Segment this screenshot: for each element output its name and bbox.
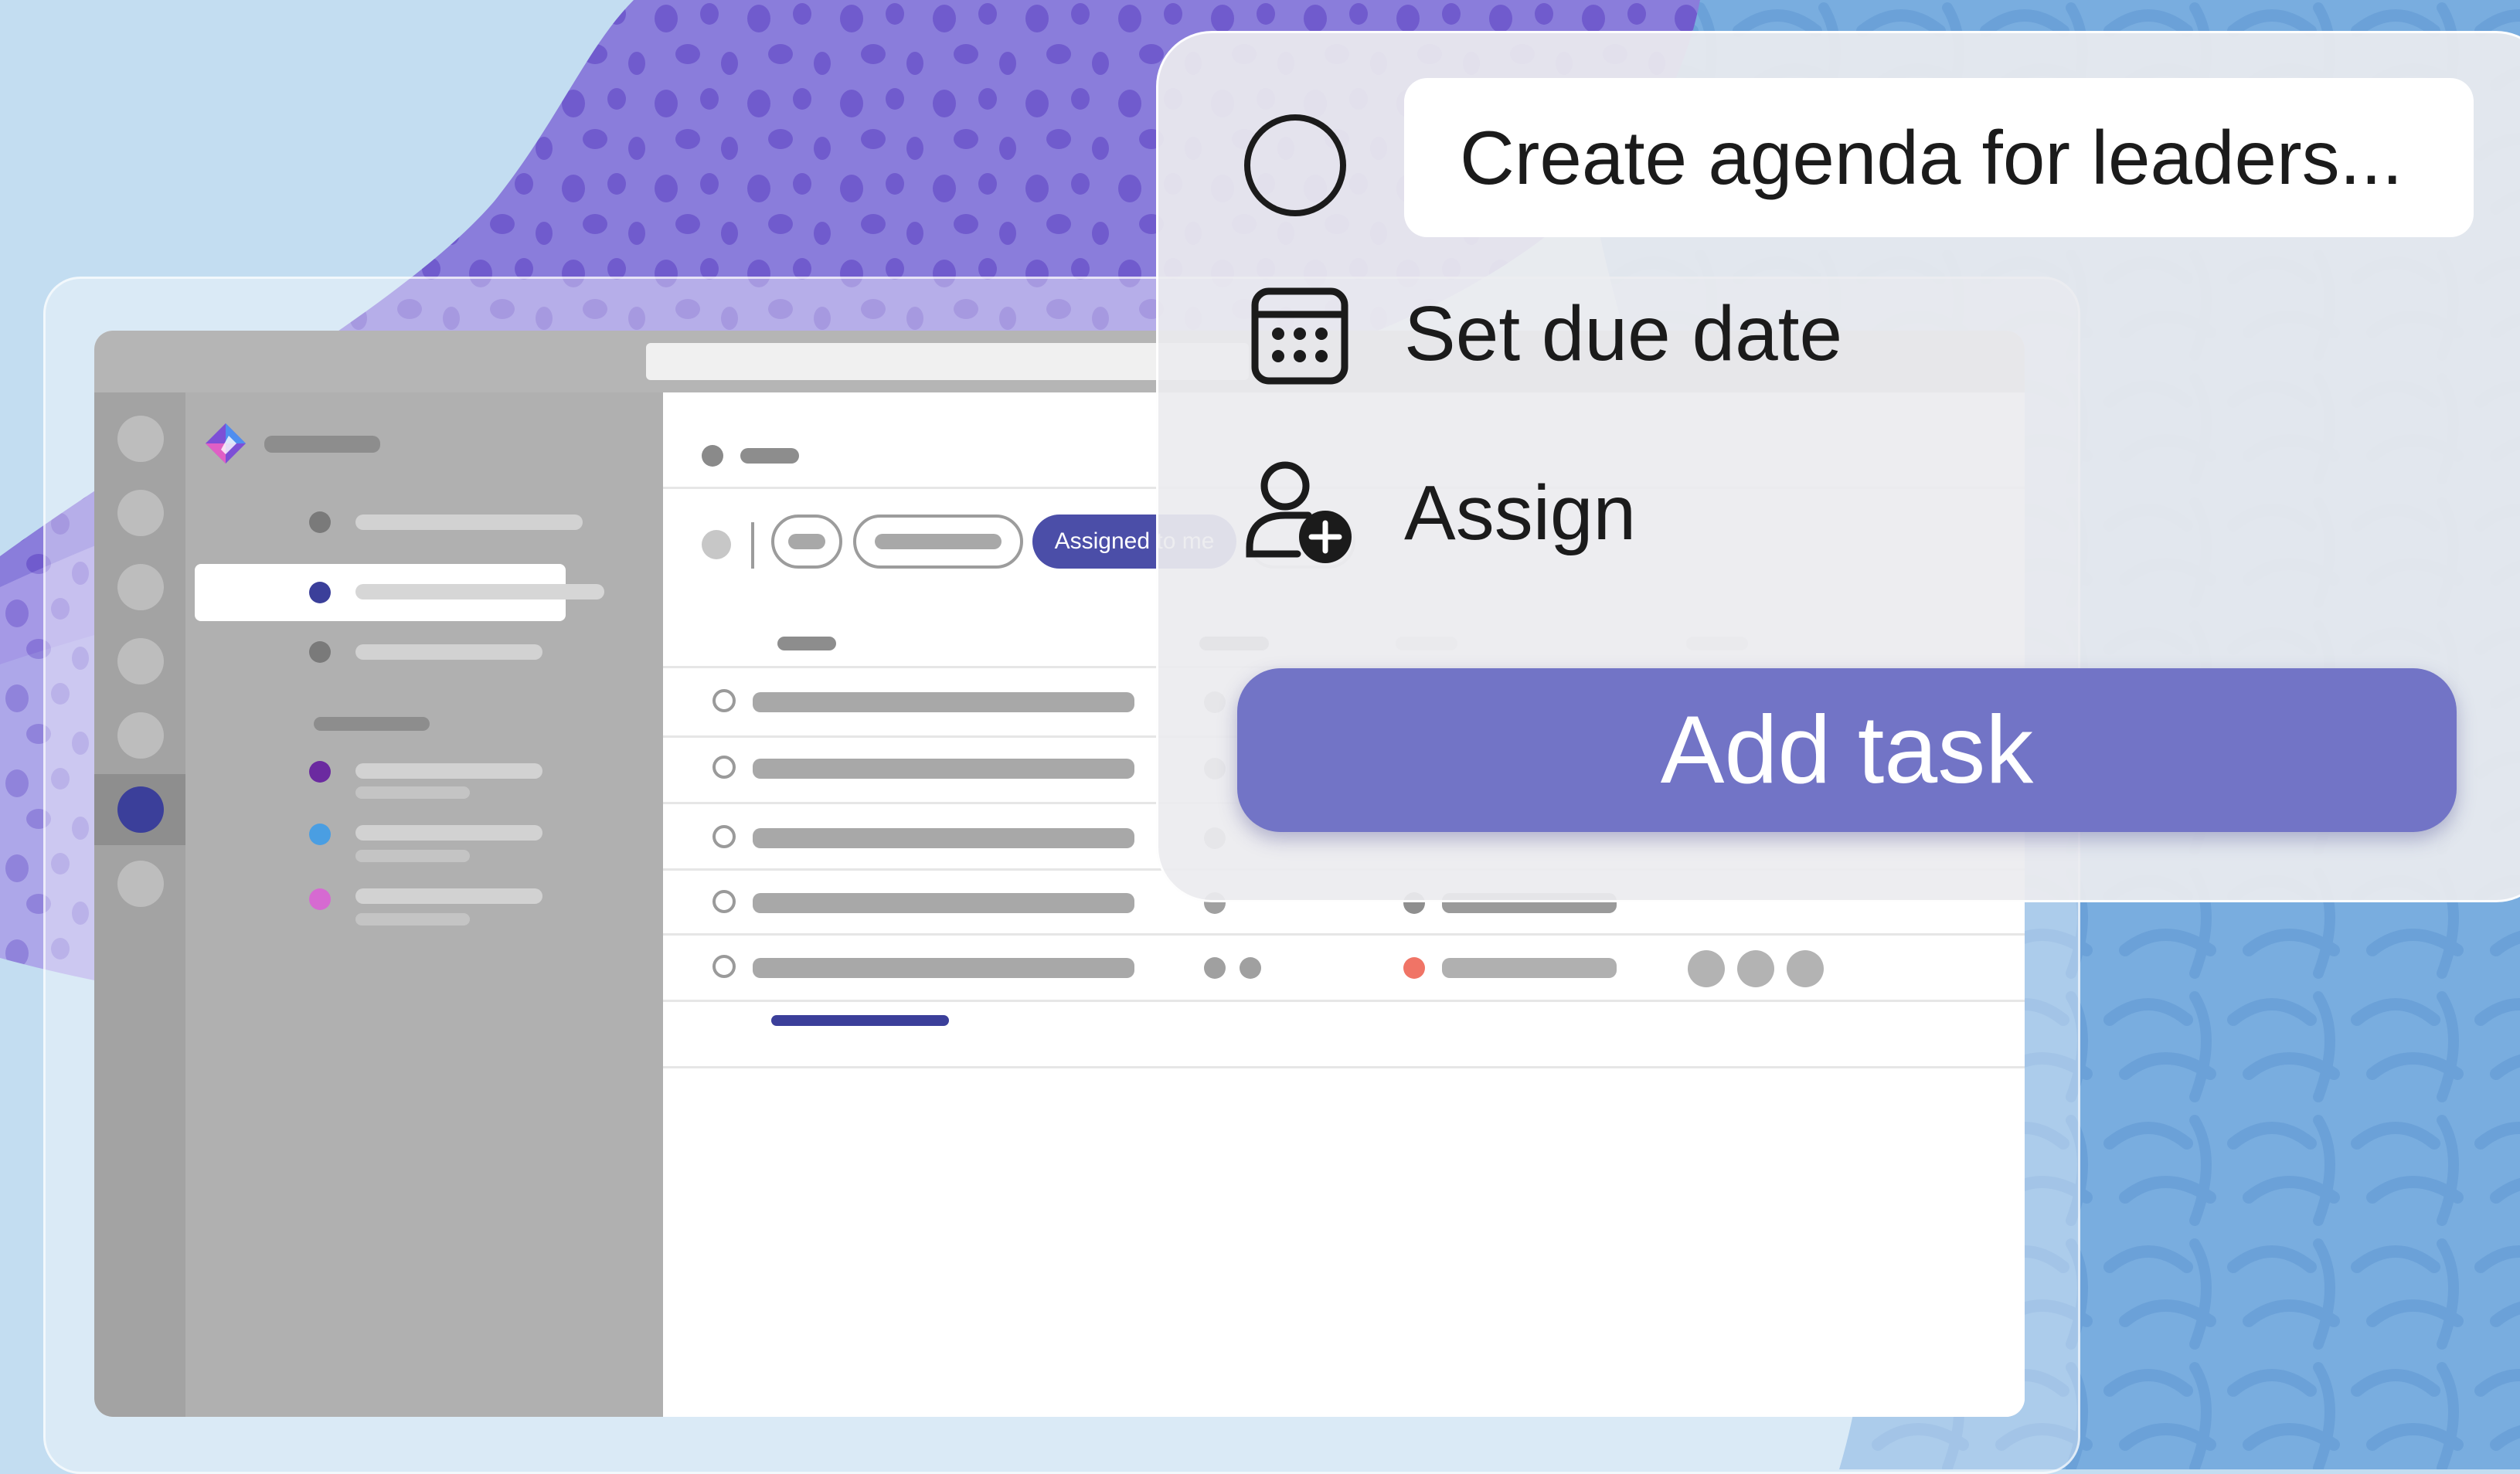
assignee-avatar (1688, 950, 1725, 987)
person-add-icon (1246, 461, 1352, 563)
sidebar-item[interactable] (355, 515, 583, 530)
toolbar-icon[interactable] (702, 530, 731, 559)
sidebar-item-icon (309, 641, 331, 663)
task-title-input[interactable]: Create agenda for leaders... (1404, 78, 2474, 237)
task-checkbox[interactable] (712, 689, 736, 712)
rail-icon[interactable] (117, 416, 164, 462)
list-item-sub (355, 850, 470, 862)
divider (663, 1000, 2025, 1002)
circle-icon[interactable] (1243, 114, 1347, 217)
calendar-icon (1251, 287, 1348, 385)
task-title[interactable] (753, 893, 1134, 913)
list-item-sub (355, 786, 470, 799)
task-title[interactable] (753, 828, 1134, 848)
rail-icon[interactable] (117, 490, 164, 536)
add-task-button[interactable]: Add task (1237, 668, 2457, 832)
rail-icon-planner[interactable] (117, 786, 164, 833)
task-title[interactable] (753, 692, 1134, 712)
sidebar-item-icon (309, 511, 331, 533)
list-color-dot (309, 824, 331, 845)
sidebar-section-header (314, 717, 430, 731)
filter-pill[interactable] (771, 515, 842, 569)
sidebar-item[interactable] (355, 644, 542, 660)
task-meta-dot (1204, 957, 1226, 979)
rail-icon[interactable] (117, 638, 164, 684)
task-title[interactable] (753, 759, 1134, 779)
list-item[interactable] (355, 763, 542, 779)
sidebar-title (264, 436, 380, 453)
filter-pill[interactable] (853, 515, 1023, 569)
list-color-dot (309, 761, 331, 783)
rail-icon[interactable] (117, 861, 164, 907)
task-status-dot (1403, 957, 1425, 979)
planner-logo-icon (206, 423, 246, 464)
list-item-sub (355, 913, 470, 925)
app-rail (94, 392, 185, 1417)
list-icon (702, 445, 723, 467)
toolbar-separator (751, 522, 754, 569)
assign-label: Assign (1404, 470, 1637, 556)
task-checkbox[interactable] (712, 825, 736, 848)
task-checkbox[interactable] (712, 955, 736, 978)
divider (663, 933, 2025, 936)
sidebar-item-label (355, 584, 604, 599)
task-checkbox[interactable] (712, 756, 736, 779)
task-status-bar (1442, 958, 1617, 978)
assign-option[interactable]: Assign (1243, 455, 1707, 571)
list-title (740, 448, 799, 464)
task-meta-dot (1240, 957, 1261, 979)
sidebar-item-icon (309, 582, 331, 603)
add-task-link[interactable] (771, 1015, 949, 1026)
rail-icon[interactable] (117, 564, 164, 610)
set-due-date-label: Set due date (1404, 290, 1843, 377)
divider (663, 1066, 2025, 1068)
column-header (777, 637, 836, 650)
list-item[interactable] (355, 888, 542, 904)
list-item[interactable] (355, 825, 542, 841)
rail-icon[interactable] (117, 712, 164, 759)
sidebar (185, 392, 663, 1417)
assignee-avatar (1737, 950, 1774, 987)
quick-add-task-card: Create agenda for leaders... Set due dat… (1156, 31, 2520, 902)
set-due-date-option[interactable]: Set due date (1243, 276, 1862, 392)
list-color-dot (309, 888, 331, 910)
assignee-avatar (1787, 950, 1824, 987)
task-checkbox[interactable] (712, 890, 736, 913)
task-title[interactable] (753, 958, 1134, 978)
